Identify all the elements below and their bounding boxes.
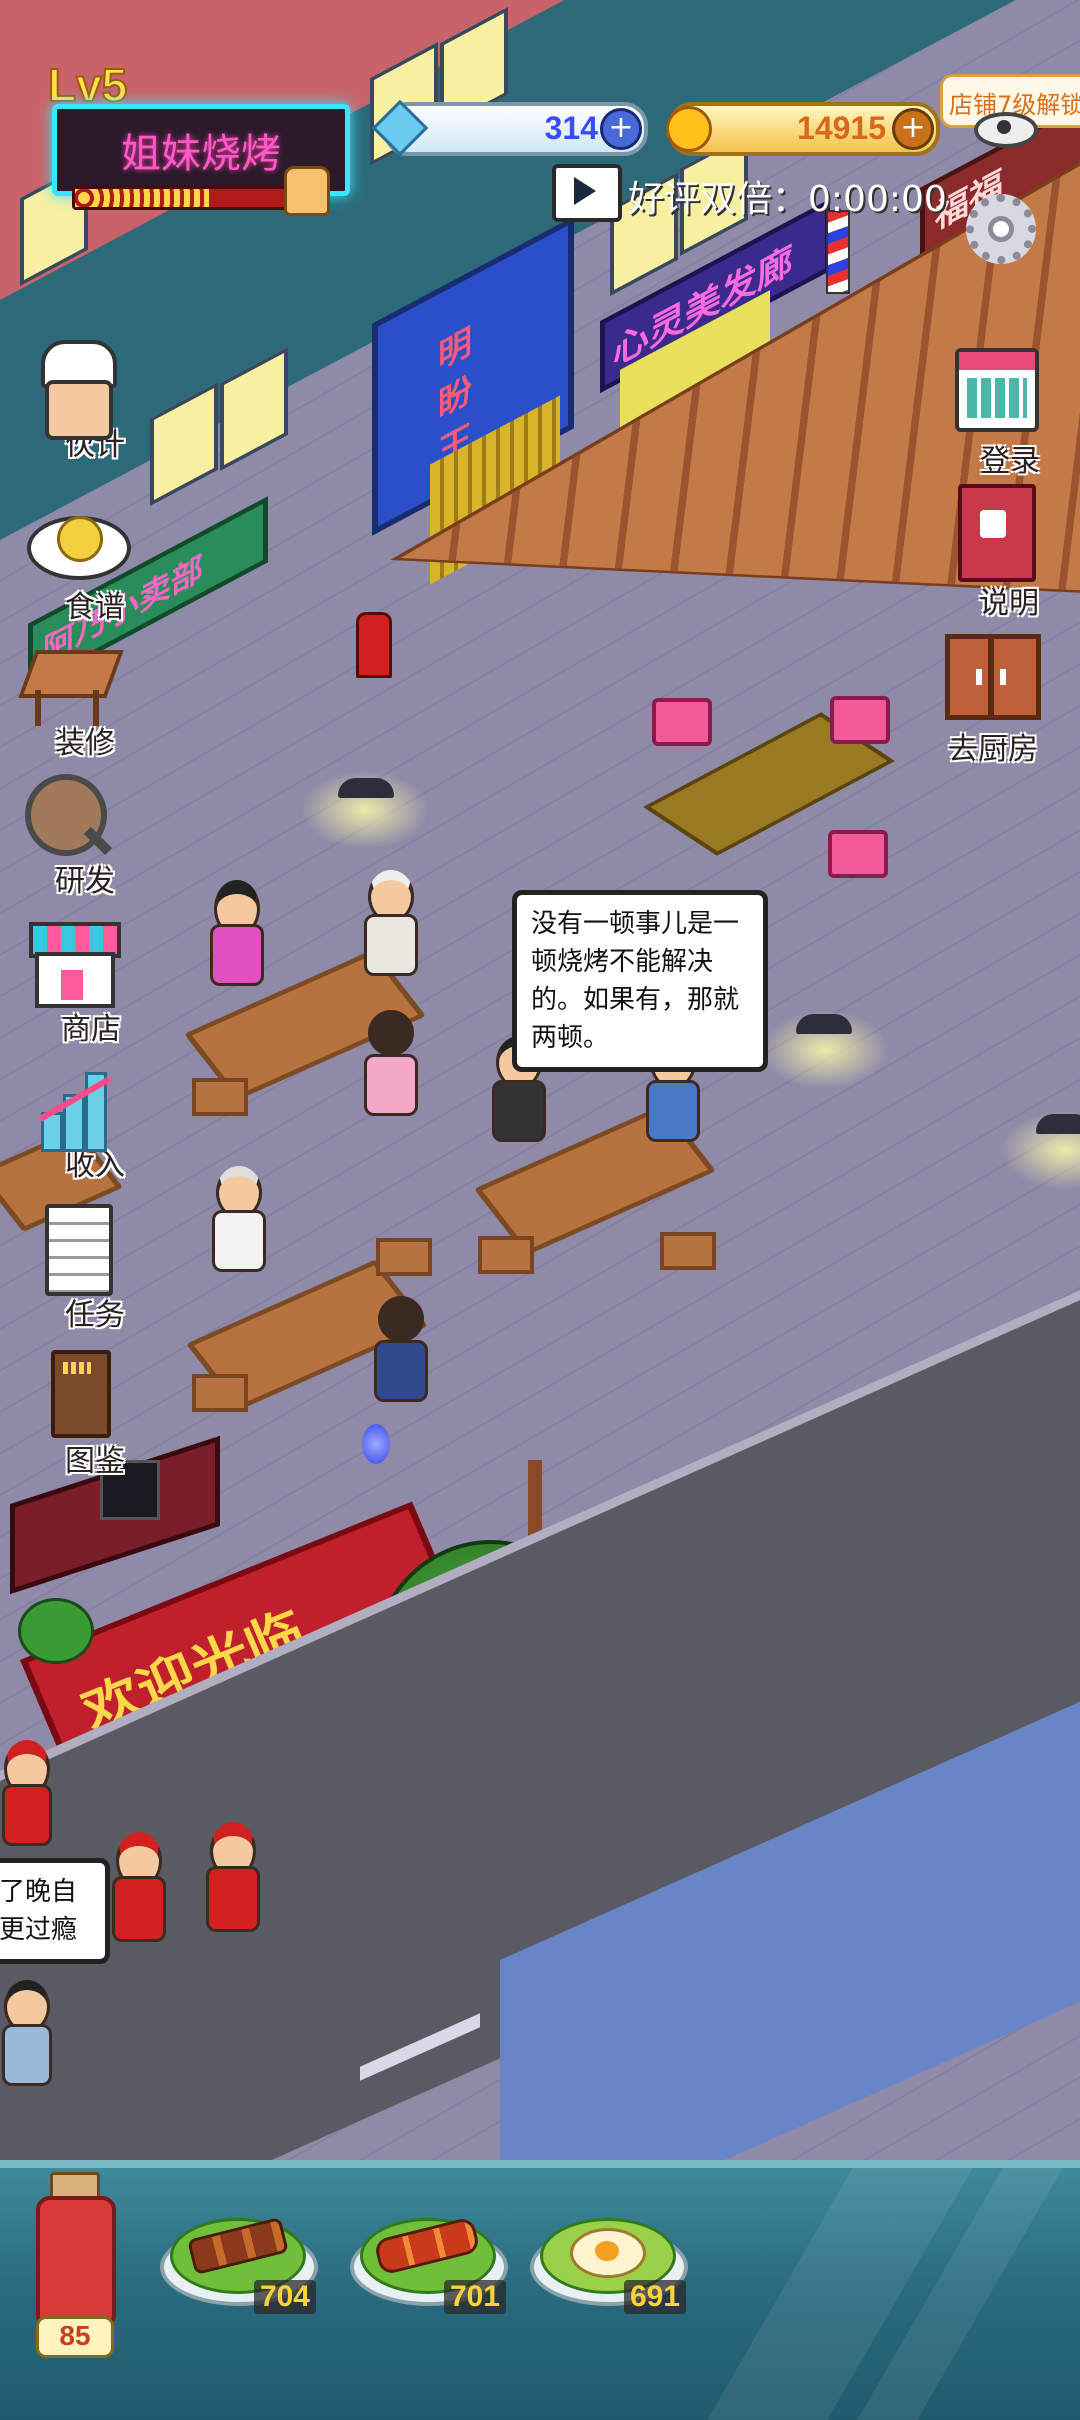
recipe-icon (27, 496, 131, 592)
shop-icon (23, 912, 121, 1008)
staff-member (202, 1822, 262, 1942)
menu-go-kitchen-label: 去厨房 (948, 732, 1038, 767)
gem-count: 314 (544, 110, 598, 146)
menu-shop-label: 商店 (61, 1012, 121, 1047)
video-play-button[interactable] (552, 164, 622, 222)
coin-counter: 14915 + (666, 102, 940, 156)
income-chart-icon (27, 1056, 123, 1152)
menu-staff[interactable]: 伙计 (10, 340, 140, 464)
customer (0, 1980, 52, 2090)
hanging-lamp (338, 778, 394, 798)
dish-slot-2[interactable]: 701 (350, 2198, 508, 2314)
menu-go-kitchen[interactable]: 去厨房 (928, 634, 1058, 768)
menu-collection-label: 图鉴 (65, 1444, 125, 1479)
add-coins-button[interactable]: + (892, 108, 934, 150)
wooden-stool (192, 1078, 248, 1116)
guide-book-icon (958, 484, 1036, 582)
customer (206, 880, 266, 990)
hanging-lamp (1036, 1114, 1080, 1134)
menu-shop[interactable]: 商店 (6, 912, 136, 1048)
potted-tree (18, 1598, 94, 1664)
dish-count-3: 691 (623, 2280, 686, 2314)
speech-bubble-left: 了晚自 更过瘾 (0, 1858, 110, 1964)
level-progress-bar (72, 186, 288, 210)
dish-count-2: 701 (443, 2280, 506, 2314)
egg-dish-icon (570, 2228, 646, 2278)
task-icon (27, 1200, 123, 1296)
menu-login-reward-label: 登录 (980, 444, 1040, 479)
coin-count: 14915 (797, 110, 886, 146)
menu-research[interactable]: 研发 (0, 770, 130, 900)
eye-icon[interactable] (974, 112, 1038, 148)
sauce-bottle[interactable] (30, 2172, 116, 2324)
pink-stool (828, 830, 888, 878)
menu-decoration[interactable]: 装修 (0, 640, 130, 762)
kitchen-door-icon (945, 634, 1041, 720)
wooden-stool (376, 1238, 432, 1276)
settings-gear-button[interactable] (966, 194, 1036, 264)
hanging-lamp (796, 1014, 852, 1034)
barber-pole (826, 210, 850, 294)
menu-tasks-label: 任务 (65, 1298, 125, 1333)
blue-light-bulb (362, 1424, 390, 1464)
menu-recipes[interactable]: 食谱 (10, 496, 140, 626)
ingredient-tray: 85 704 701 691 (0, 2160, 1080, 2420)
wooden-stool (192, 1374, 248, 1412)
sauce-amount: 85 (59, 2320, 91, 2351)
calendar-icon (955, 348, 1039, 432)
customer (208, 1166, 268, 1276)
double-reward-timer: 好评双倍：0:00:00 (628, 179, 947, 220)
dish-slot-1[interactable]: 704 (160, 2198, 318, 2314)
customer (360, 1010, 420, 1120)
wooden-stool (478, 1236, 534, 1274)
gear-icon (988, 216, 1014, 242)
research-icon (17, 770, 113, 866)
collection-book-icon (27, 1346, 123, 1442)
dish-slot-3[interactable]: 691 (530, 2198, 688, 2314)
menu-login-reward[interactable]: 登录 (932, 348, 1062, 480)
street-scene: 明盼王 心灵美发廊 阿乃小卖部 福福 没有一顿事儿是一顿烧烤不能解决的。如果有，… (0, 0, 1080, 2160)
coin-icon (666, 106, 712, 152)
menu-instructions[interactable]: 说明 (932, 484, 1062, 622)
staff-member (108, 1832, 168, 1952)
pink-stool (830, 696, 890, 744)
dish-count-1: 704 (253, 2280, 316, 2314)
menu-income[interactable]: 收入 (10, 1056, 140, 1184)
speech-bubble: 没有一顿事儿是一顿烧烤不能解决的。如果有，那就两顿。 (512, 890, 768, 1072)
sauce-amount-badge: 85 (36, 2316, 114, 2358)
decoration-icon (17, 640, 124, 736)
thumbs-up-icon (284, 166, 330, 216)
customer (370, 1296, 430, 1406)
menu-collection[interactable]: 图鉴 (10, 1346, 140, 1480)
chef-icon (27, 340, 123, 440)
add-gems-button[interactable]: + (600, 108, 642, 150)
pink-stool (652, 698, 712, 746)
wooden-stool (660, 1232, 716, 1270)
fire-hydrant (356, 612, 392, 678)
level-progress-fill (75, 189, 210, 207)
play-icon (574, 177, 596, 205)
menu-tasks[interactable]: 任务 (10, 1200, 140, 1334)
customer (360, 870, 420, 980)
gem-counter: 314 + (371, 99, 648, 157)
staff-member (0, 1740, 52, 1850)
menu-instructions-label: 说明 (979, 586, 1039, 621)
